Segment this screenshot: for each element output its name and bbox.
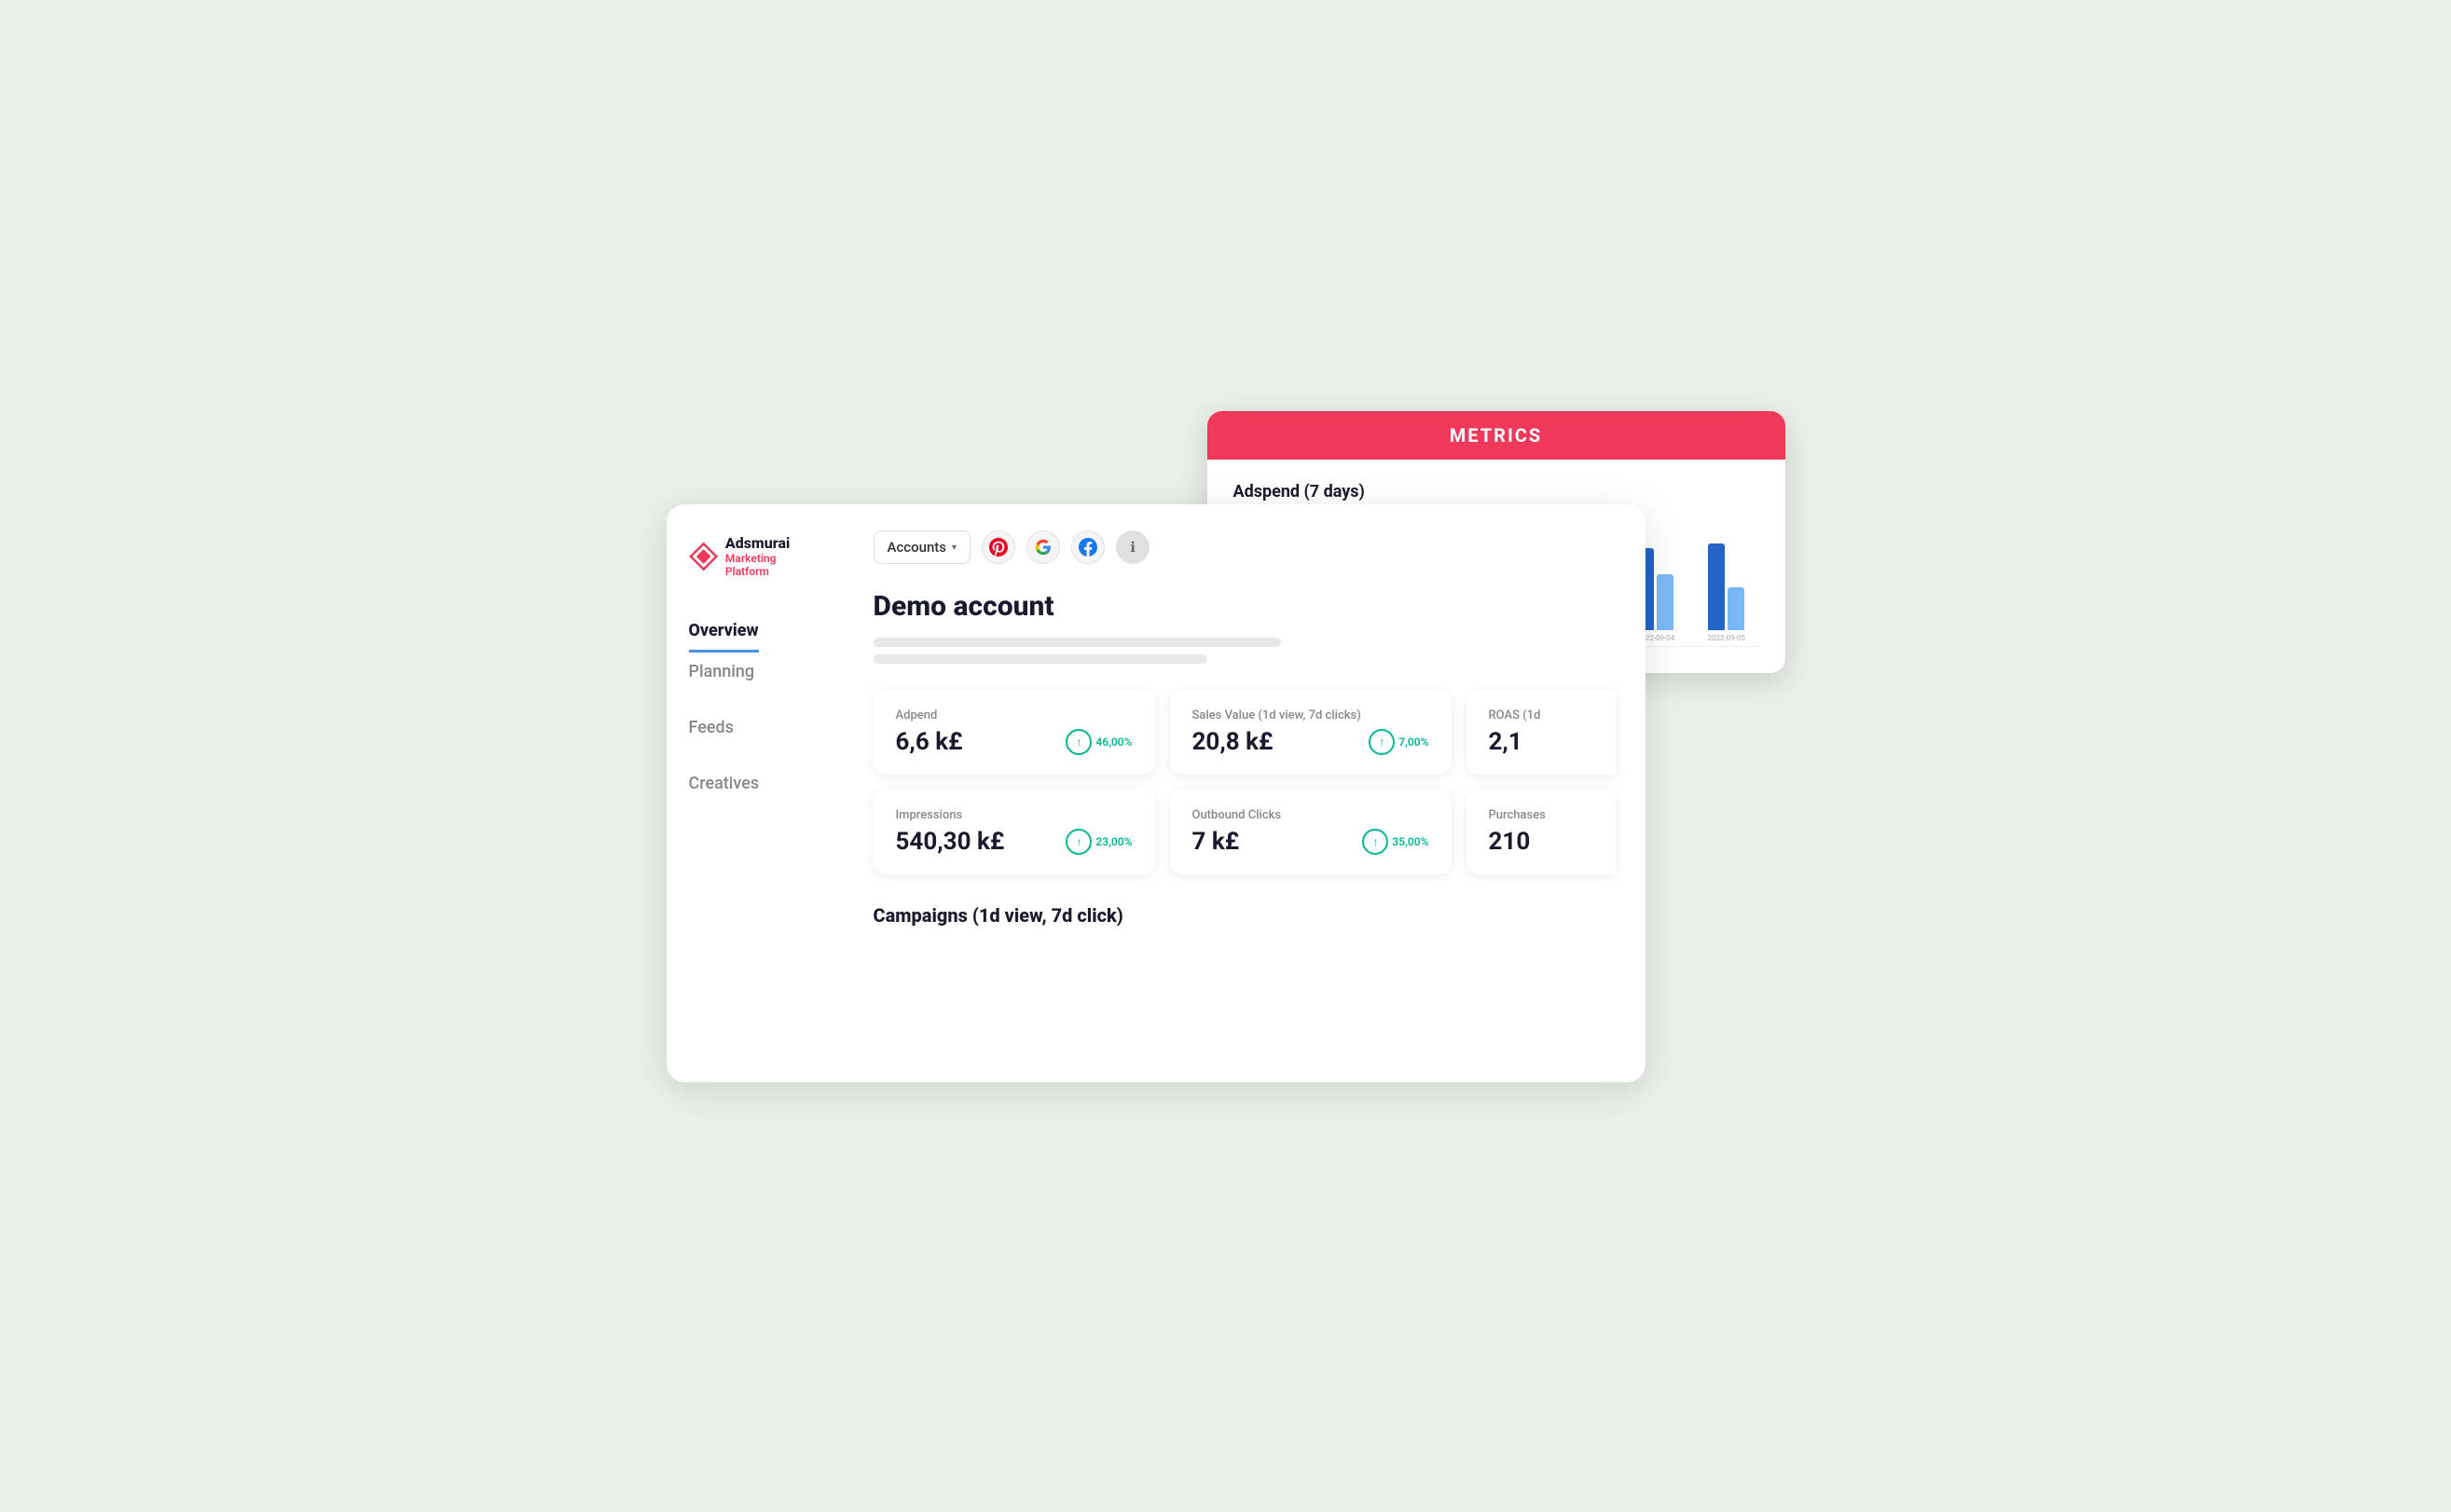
main-content: Accounts ▾ ℹ Demo account — [844, 504, 1645, 1082]
bar-group: 2022-09-05 — [1694, 543, 1759, 643]
campaigns-title: Campaigns (1d view, 7d click) — [874, 904, 1616, 927]
metric-change-adpend: 46,00% — [1095, 735, 1132, 749]
page-title: Demo account — [874, 590, 1616, 623]
metric-row-adpend: 6,6 k£ ↑ 46,00% — [896, 728, 1133, 756]
metric-badge-sales: ↑ 7,00% — [1369, 729, 1428, 755]
metric-badge-impressions: ↑ 23,00% — [1066, 829, 1132, 855]
metric-change-clicks: 35,00% — [1392, 835, 1428, 848]
nav-creatives[interactable]: Creatives — [689, 764, 821, 803]
metric-badge-adpend: ↑ 46,00% — [1066, 729, 1132, 755]
nav-overview[interactable]: Overview — [689, 612, 759, 653]
metric-change-impressions: 23,00% — [1095, 835, 1132, 848]
bar-dark — [1708, 543, 1725, 631]
main-card: Adsmurai Marketing Platform Overview Pla… — [667, 504, 1645, 1082]
logo-text: Adsmurai Marketing Platform — [725, 534, 821, 578]
pinterest-icon[interactable] — [982, 530, 1015, 564]
accounts-label: Accounts — [888, 539, 947, 556]
bar-label: 2022-09-05 — [1707, 634, 1744, 642]
metric-value-clicks: 7 k£ — [1192, 828, 1240, 856]
brand-name: Adsmurai — [725, 534, 821, 552]
sidebar-nav: Overview Planning Feeds Creatives — [689, 612, 821, 803]
metric-value-adpend: 6,6 k£ — [896, 728, 963, 756]
up-arrow-adpend: ↑ — [1066, 729, 1092, 755]
metric-card-purchases: Purchases 210 — [1466, 790, 1616, 874]
metric-card-impressions: Impressions 540,30 k£ ↑ 23,00% — [874, 790, 1155, 874]
metric-value-roas: 2,1 — [1489, 728, 1593, 756]
metric-card-roas: ROAS (1d 2,1 — [1466, 690, 1616, 775]
metric-row-impressions: 540,30 k£ ↑ 23,00% — [896, 828, 1133, 856]
toolbar: Accounts ▾ ℹ — [874, 530, 1616, 564]
metrics-grid-row2: Impressions 540,30 k£ ↑ 23,00% Outbound … — [874, 790, 1616, 874]
metric-badge-clicks: ↑ 35,00% — [1362, 829, 1428, 855]
platform-name: Marketing Platform — [725, 552, 821, 578]
metric-card-sales: Sales Value (1d view, 7d clicks) 20,8 k£… — [1170, 690, 1452, 775]
metric-card-adpend: Adpend 6,6 k£ ↑ 46,00% — [874, 690, 1155, 775]
page-wrapper: METRICS Adspend (7 days) 40,000 £ 20,000… — [667, 411, 1785, 1101]
metric-value-purchases: 210 — [1489, 828, 1593, 856]
metrics-header: METRICS — [1207, 411, 1785, 460]
info-icon[interactable]: ℹ — [1116, 530, 1150, 564]
metric-value-sales: 20,8 k£ — [1192, 728, 1274, 756]
logo-area: Adsmurai Marketing Platform — [689, 534, 821, 578]
info-symbol: ℹ — [1130, 539, 1136, 556]
metric-value-impressions: 540,30 k£ — [896, 828, 1005, 856]
nav-planning[interactable]: Planning — [689, 653, 821, 691]
nav-feeds[interactable]: Feeds — [689, 708, 821, 747]
skeleton-bar-1 — [874, 638, 1282, 647]
facebook-icon[interactable] — [1071, 530, 1105, 564]
metric-row-clicks: 7 k£ ↑ 35,00% — [1192, 828, 1429, 856]
up-arrow-sales: ↑ — [1369, 729, 1395, 755]
metric-label-roas: ROAS (1d — [1489, 708, 1593, 722]
dropdown-arrow-icon: ▾ — [952, 543, 957, 553]
up-arrow-impressions: ↑ — [1066, 829, 1092, 855]
metrics-grid-row1: Adpend 6,6 k£ ↑ 46,00% Sales Value (1d v… — [874, 690, 1616, 775]
metric-label-adpend: Adpend — [896, 708, 1133, 722]
logo-icon — [689, 542, 718, 571]
metric-row-sales: 20,8 k£ ↑ 7,00% — [1192, 728, 1429, 756]
metric-label-impressions: Impressions — [896, 808, 1133, 822]
up-arrow-clicks: ↑ — [1362, 829, 1388, 855]
google-icon[interactable] — [1026, 530, 1060, 564]
metric-label-sales: Sales Value (1d view, 7d clicks) — [1192, 708, 1429, 722]
bar-light — [1657, 574, 1673, 631]
metric-change-sales: 7,00% — [1398, 735, 1428, 749]
chart-title: Adspend (7 days) — [1233, 482, 1759, 502]
bar-light — [1728, 587, 1744, 630]
accounts-dropdown[interactable]: Accounts ▾ — [874, 530, 971, 564]
metric-card-clicks: Outbound Clicks 7 k£ ↑ 35,00% — [1170, 790, 1452, 874]
metric-label-purchases: Purchases — [1489, 808, 1593, 822]
skeleton-bar-2 — [874, 654, 1207, 664]
sidebar: Adsmurai Marketing Platform Overview Pla… — [667, 504, 844, 1082]
metric-label-clicks: Outbound Clicks — [1192, 808, 1429, 822]
